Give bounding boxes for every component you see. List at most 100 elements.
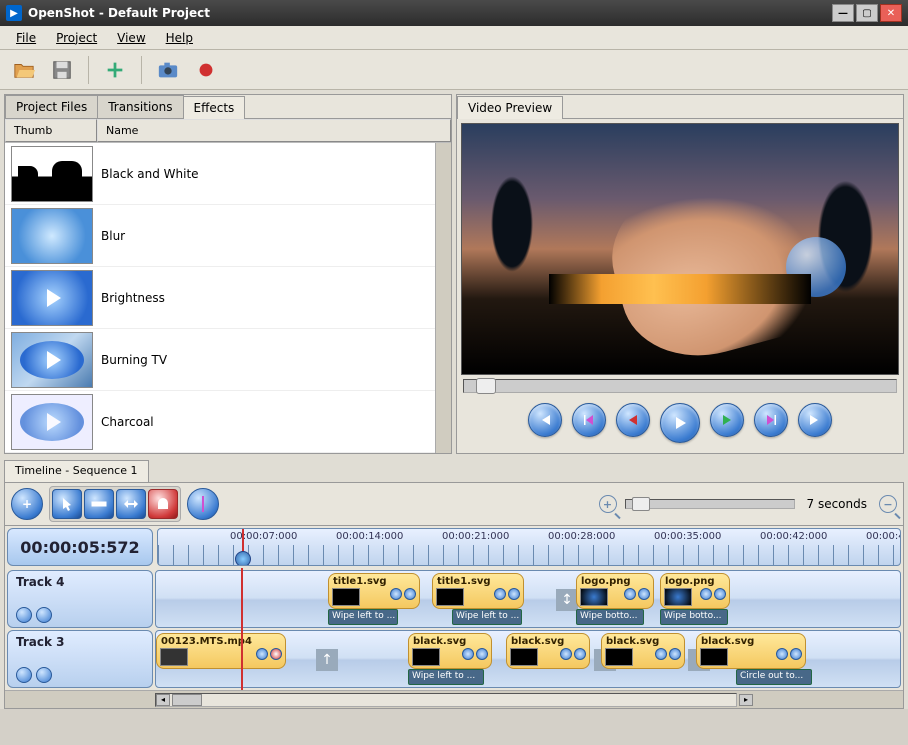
track-audio-toggle[interactable]: [36, 607, 52, 623]
timeline-zoom-slider[interactable]: [625, 499, 795, 509]
clip[interactable]: black.svg: [696, 633, 806, 669]
playhead-line: [241, 568, 243, 690]
col-thumb[interactable]: Thumb: [5, 119, 97, 142]
scroll-right-button[interactable]: ▸: [739, 694, 753, 706]
tab-video-preview[interactable]: Video Preview: [457, 96, 563, 119]
effect-thumb-icon: [11, 270, 93, 326]
timeline-snap-tool[interactable]: [148, 489, 178, 519]
effect-item[interactable]: Brightness: [5, 267, 435, 329]
close-button[interactable]: ✕: [880, 4, 902, 22]
effect-name-label: Charcoal: [101, 415, 154, 429]
zoom-out-icon[interactable]: −: [879, 495, 897, 513]
track-name-label: Track 3: [16, 635, 144, 649]
track-visible-toggle[interactable]: [16, 667, 32, 683]
track-lane[interactable]: 00123.MTS.mp4 ↑ black.svg Wipe left to .…: [155, 630, 901, 688]
save-button[interactable]: [46, 54, 78, 86]
tab-project-files[interactable]: Project Files: [5, 95, 98, 118]
timeline-resize-tool[interactable]: [116, 489, 146, 519]
scroll-thumb[interactable]: [172, 694, 202, 706]
playhead[interactable]: [242, 529, 244, 566]
effect-item[interactable]: Black and White: [5, 143, 435, 205]
import-button[interactable]: [99, 54, 131, 86]
preview-step-fwd-button[interactable]: [710, 403, 744, 437]
preview-panel: Video Preview: [456, 94, 904, 454]
effect-item[interactable]: Blur: [5, 205, 435, 267]
clip[interactable]: title1.svg: [432, 573, 524, 609]
preview-seek-slider[interactable]: [463, 379, 897, 393]
track-audio-toggle[interactable]: [36, 667, 52, 683]
clip[interactable]: 00123.MTS.mp4: [156, 633, 286, 669]
tab-effects[interactable]: Effects: [183, 96, 246, 119]
clip[interactable]: logo.png: [660, 573, 730, 609]
timeline-pointer-tool[interactable]: [52, 489, 82, 519]
effect-thumb-icon: [11, 146, 93, 202]
zoom-knob[interactable]: [632, 497, 650, 511]
transition[interactable]: Wipe botto...: [576, 609, 644, 625]
effects-list[interactable]: Black and White Blur Brightness Burning …: [5, 143, 435, 453]
effect-name-label: Burning TV: [101, 353, 167, 367]
menu-bar: File Project View Help: [0, 26, 908, 50]
record-button[interactable]: [190, 54, 222, 86]
effect-thumb-icon: [11, 208, 93, 264]
preview-viewport[interactable]: [461, 123, 899, 375]
menu-project[interactable]: Project: [48, 29, 105, 47]
menu-file[interactable]: File: [8, 29, 44, 47]
menu-help[interactable]: Help: [158, 29, 201, 47]
scroll-left-button[interactable]: ◂: [156, 694, 170, 706]
zoom-label: 7 seconds: [807, 497, 868, 511]
timeline-body: 00:00:05:572 00:00:07:000 00:00:14:000 0…: [4, 526, 904, 709]
maximize-button[interactable]: ▢: [856, 4, 878, 22]
library-panel: Project Files Transitions Effects Thumb …: [4, 94, 452, 454]
playhead-marker-icon[interactable]: [235, 551, 251, 566]
transition[interactable]: Wipe left to ...: [328, 609, 398, 625]
track-name-label: Track 4: [16, 575, 144, 589]
tab-transitions[interactable]: Transitions: [97, 95, 183, 118]
track-visible-toggle[interactable]: [16, 607, 32, 623]
track-lane[interactable]: title1.svg Wipe left to ... title1.svg W…: [155, 570, 901, 628]
preview-play-button[interactable]: [660, 403, 700, 443]
clip[interactable]: logo.png: [576, 573, 654, 609]
preview-step-back-button[interactable]: [616, 403, 650, 437]
clip[interactable]: black.svg: [408, 633, 492, 669]
clip[interactable]: black.svg: [601, 633, 685, 669]
effect-thumb-icon: [11, 332, 93, 388]
effects-scrollbar[interactable]: [435, 143, 451, 453]
timeline-add-track-button[interactable]: +: [11, 488, 43, 520]
effect-name-label: Blur: [101, 229, 125, 243]
effects-list-header: Thumb Name: [5, 119, 451, 143]
effect-item[interactable]: Burning TV: [5, 329, 435, 391]
preview-prev-button[interactable]: [572, 403, 606, 437]
effect-name-label: Black and White: [101, 167, 199, 181]
transition[interactable]: Wipe left to ...: [408, 669, 484, 685]
open-button[interactable]: [8, 54, 40, 86]
clip[interactable]: title1.svg: [328, 573, 420, 609]
timeline-ruler[interactable]: 00:00:07:000 00:00:14:000 00:00:21:000 0…: [157, 528, 901, 566]
effect-name-label: Brightness: [101, 291, 165, 305]
effect-thumb-icon: [11, 394, 93, 450]
timeline-horizontal-scrollbar[interactable]: ◂ ▸: [5, 690, 903, 708]
zoom-in-icon[interactable]: +: [599, 495, 617, 513]
menu-view[interactable]: View: [109, 29, 153, 47]
track-header[interactable]: Track 4: [7, 570, 153, 628]
col-name[interactable]: Name: [97, 119, 451, 142]
tab-timeline[interactable]: Timeline - Sequence 1: [4, 460, 149, 482]
timeline-timecode[interactable]: 00:00:05:572: [7, 528, 153, 566]
transition[interactable]: Wipe left to ...: [452, 609, 522, 625]
seek-knob[interactable]: [476, 378, 496, 394]
timeline-marker-button[interactable]: [187, 488, 219, 520]
track-row: Track 3 00123.MTS.mp4 ↑ black.svg Wipe l…: [7, 630, 901, 688]
timeline-toolbar: + + 7 seconds −: [4, 482, 904, 526]
preview-next-button[interactable]: [754, 403, 788, 437]
transition[interactable]: Wipe botto...: [660, 609, 728, 625]
preview-end-button[interactable]: [798, 403, 832, 437]
window-title: OpenShot - Default Project: [28, 6, 832, 20]
track-row: Track 4 title1.svg Wipe left to ... titl…: [7, 570, 901, 628]
timeline-razor-tool[interactable]: [84, 489, 114, 519]
snapshot-button[interactable]: [152, 54, 184, 86]
preview-start-button[interactable]: [528, 403, 562, 437]
track-header[interactable]: Track 3: [7, 630, 153, 688]
minimize-button[interactable]: —: [832, 4, 854, 22]
transition[interactable]: Circle out to...: [736, 669, 812, 685]
clip[interactable]: black.svg: [506, 633, 590, 669]
effect-item[interactable]: Charcoal: [5, 391, 435, 453]
